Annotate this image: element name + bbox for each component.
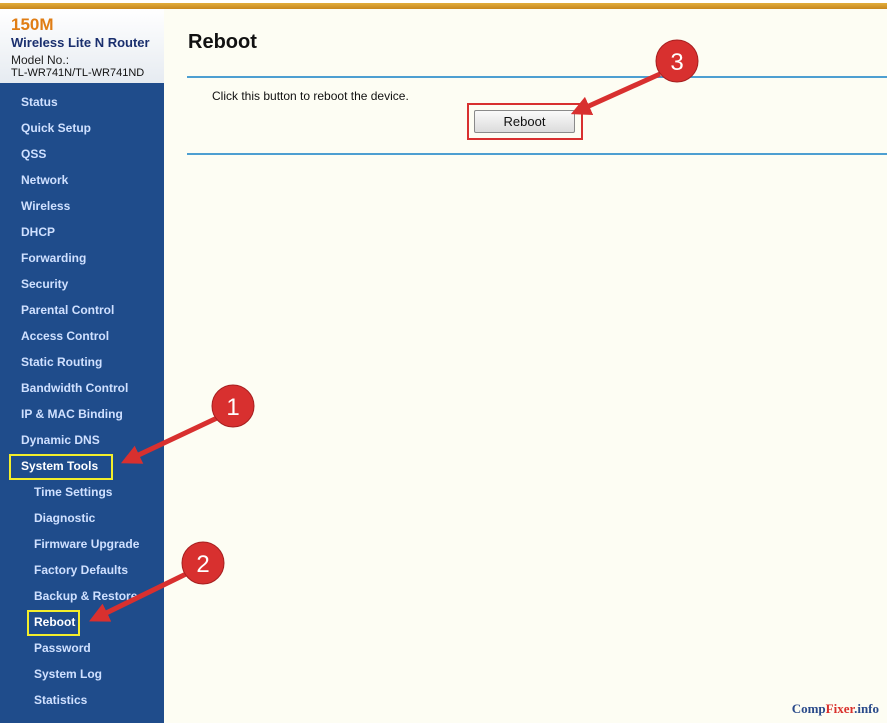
reboot-hint: Click this button to reboot the device. [212, 89, 409, 103]
watermark-part-1: Comp [791, 701, 826, 716]
menu-item-parental-control[interactable]: Parental Control [21, 300, 114, 320]
brand-product: Wireless Lite N Router [11, 35, 150, 50]
sidebar-header: 150M Wireless Lite N Router Model No.: T… [0, 9, 164, 83]
watermark-part-2: Fixer [825, 701, 855, 716]
menu-item-bandwidth-control[interactable]: Bandwidth Control [21, 378, 128, 398]
submenu-item-backup-restore[interactable]: Backup & Restore [34, 586, 137, 606]
system-tools-highlight [9, 454, 113, 480]
menu-item-dynamic-dns[interactable]: Dynamic DNS [21, 430, 100, 450]
watermark-part-3: .info [854, 701, 879, 716]
menu-item-status[interactable]: Status [21, 92, 58, 112]
model-value: TL-WR741N/TL-WR741ND [11, 67, 145, 79]
page-title: Reboot [188, 31, 257, 53]
submenu-item-statistics[interactable]: Statistics [34, 690, 87, 710]
top-strip [0, 0, 887, 9]
watermark: CompFixer.info [792, 701, 879, 717]
menu-item-access-control[interactable]: Access Control [21, 326, 109, 346]
divider-bottom [187, 153, 887, 155]
menu-item-ip-mac-binding[interactable]: IP & MAC Binding [21, 404, 123, 424]
menu-item-quick-setup[interactable]: Quick Setup [21, 118, 91, 138]
menu-item-network[interactable]: Network [21, 170, 68, 190]
sidebar: 150M Wireless Lite N Router Model No.: T… [0, 9, 164, 723]
menu-item-forwarding[interactable]: Forwarding [21, 248, 86, 268]
reboot-menu-highlight [27, 610, 80, 636]
menu-item-qss[interactable]: QSS [21, 144, 46, 164]
brand-speed: 150M [11, 15, 54, 34]
main-content: Reboot Click this button to reboot the d… [164, 9, 887, 723]
menu-item-security[interactable]: Security [21, 274, 68, 294]
model-label: Model No.: [11, 53, 70, 67]
submenu-item-diagnostic[interactable]: Diagnostic [34, 508, 95, 528]
submenu-item-firmware-upgrade[interactable]: Firmware Upgrade [34, 534, 139, 554]
submenu-item-password[interactable]: Password [34, 638, 91, 658]
reboot-button-highlight [467, 103, 583, 140]
submenu-item-time-settings[interactable]: Time Settings [34, 482, 112, 502]
divider-top [187, 76, 887, 78]
menu-item-dhcp[interactable]: DHCP [21, 222, 55, 242]
menu-item-wireless[interactable]: Wireless [21, 196, 70, 216]
submenu-item-factory-defaults[interactable]: Factory Defaults [34, 560, 128, 580]
menu-item-static-routing[interactable]: Static Routing [21, 352, 102, 372]
submenu-item-system-log[interactable]: System Log [34, 664, 102, 684]
